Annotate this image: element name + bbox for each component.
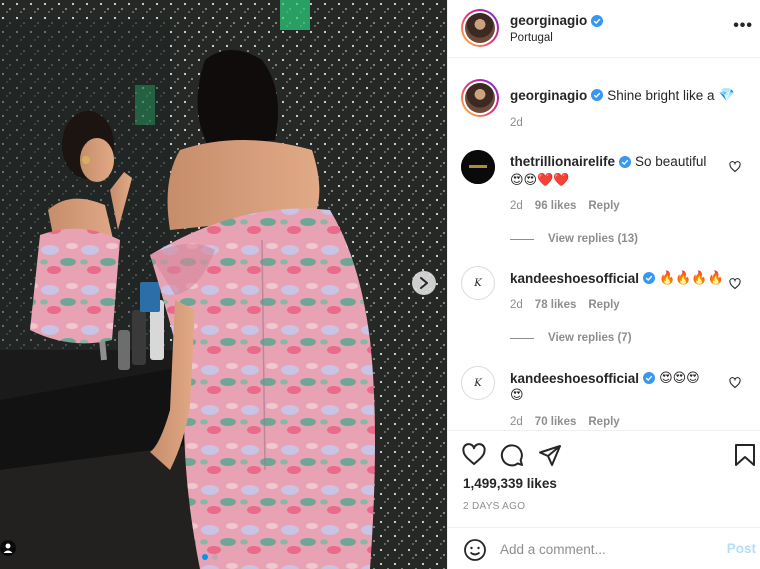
verified-icon — [643, 372, 656, 384]
more-icon: ••• — [733, 17, 753, 34]
comment-input[interactable] — [500, 538, 710, 560]
comment-time[interactable]: 2d — [510, 200, 523, 212]
divider — [510, 238, 534, 240]
carousel-dot — [212, 554, 218, 560]
comment-emoji: 😍😍😍 — [659, 370, 700, 385]
caption-text: Shine bright like a — [607, 87, 715, 103]
comment-text: So beautiful — [635, 154, 707, 169]
comment-emoji: 🔥🔥🔥🔥 — [659, 270, 724, 285]
comment-likes[interactable]: 96 likes — [535, 200, 577, 212]
comment-emoji: 😍😍❤️❤️ — [510, 172, 570, 187]
comment-like-icon[interactable] — [729, 278, 741, 290]
trillionaire-logo — [461, 150, 495, 184]
verified-icon — [591, 14, 604, 27]
commenter-avatar[interactable]: K — [461, 366, 495, 400]
comment-like-icon[interactable] — [729, 161, 741, 173]
verified-icon — [619, 155, 632, 168]
next-image-button[interactable] — [412, 271, 436, 295]
view-replies-label: View replies (13) — [548, 233, 638, 245]
commenter-avatar[interactable] — [461, 150, 495, 184]
reply-button[interactable]: Reply — [588, 299, 619, 311]
post-comment-button[interactable]: Post — [727, 541, 756, 556]
share-icon[interactable] — [538, 443, 562, 467]
post-date[interactable]: 2 DAYS AGO — [463, 501, 525, 512]
post-location[interactable]: Portugal — [510, 32, 553, 44]
post-actions: 1,499,339 likes 2 DAYS AGO Post — [448, 430, 760, 569]
post-header: georginagio Portugal ••• — [448, 0, 760, 58]
comment-emoji-line2: 😍 — [510, 387, 524, 402]
caption-avatar[interactable] — [461, 79, 499, 117]
commenter-username[interactable]: kandeeshoesofficial — [510, 371, 639, 386]
verified-icon — [591, 89, 604, 101]
post-image[interactable] — [0, 0, 447, 569]
view-replies-button[interactable]: View replies (13) — [510, 233, 638, 245]
comment-likes[interactable]: 70 likes — [535, 416, 577, 428]
verified-icon — [643, 272, 656, 284]
comment-icon[interactable] — [500, 443, 524, 467]
tag-user-button[interactable] — [0, 540, 16, 556]
commenter-username[interactable]: kandeeshoesofficial — [510, 271, 639, 286]
comment-time[interactable]: 2d — [510, 416, 523, 428]
more-options-button[interactable]: ••• — [733, 17, 753, 35]
kandee-logo: K — [474, 277, 482, 289]
author-username[interactable]: georginagio — [510, 13, 587, 28]
reply-button[interactable]: Reply — [588, 200, 619, 212]
heart-icon[interactable] — [462, 443, 486, 467]
divider — [510, 337, 534, 339]
reply-button[interactable]: Reply — [588, 416, 619, 428]
caption-emoji: 💎 — [718, 87, 735, 102]
caption-time[interactable]: 2d — [510, 117, 523, 129]
like-count[interactable]: 1,499,339 likes — [463, 476, 557, 491]
caption-username[interactable]: georginagio — [510, 88, 587, 103]
tag-user-icon — [0, 540, 16, 556]
view-replies-button[interactable]: View replies (7) — [510, 332, 632, 344]
commenter-username[interactable]: thetrillionairelife — [510, 154, 615, 169]
post-photo-illustration — [0, 0, 447, 569]
post-details-panel: georginagio Portugal ••• georginagio Shi… — [447, 0, 760, 569]
save-icon[interactable] — [733, 443, 757, 467]
next-arrow-icon — [420, 277, 428, 289]
author-avatar[interactable] — [461, 9, 499, 47]
carousel-dot-active — [202, 554, 208, 560]
comment-like-icon[interactable] — [729, 377, 741, 389]
emoji-icon[interactable] — [463, 538, 487, 562]
kandee-logo: K — [474, 377, 482, 389]
comment-time[interactable]: 2d — [510, 299, 523, 311]
commenter-avatar[interactable]: K — [461, 266, 495, 300]
add-comment-form: Post — [448, 527, 760, 569]
view-replies-label: View replies (7) — [548, 332, 632, 344]
carousel-dots — [202, 554, 218, 560]
comment-likes[interactable]: 78 likes — [535, 299, 577, 311]
